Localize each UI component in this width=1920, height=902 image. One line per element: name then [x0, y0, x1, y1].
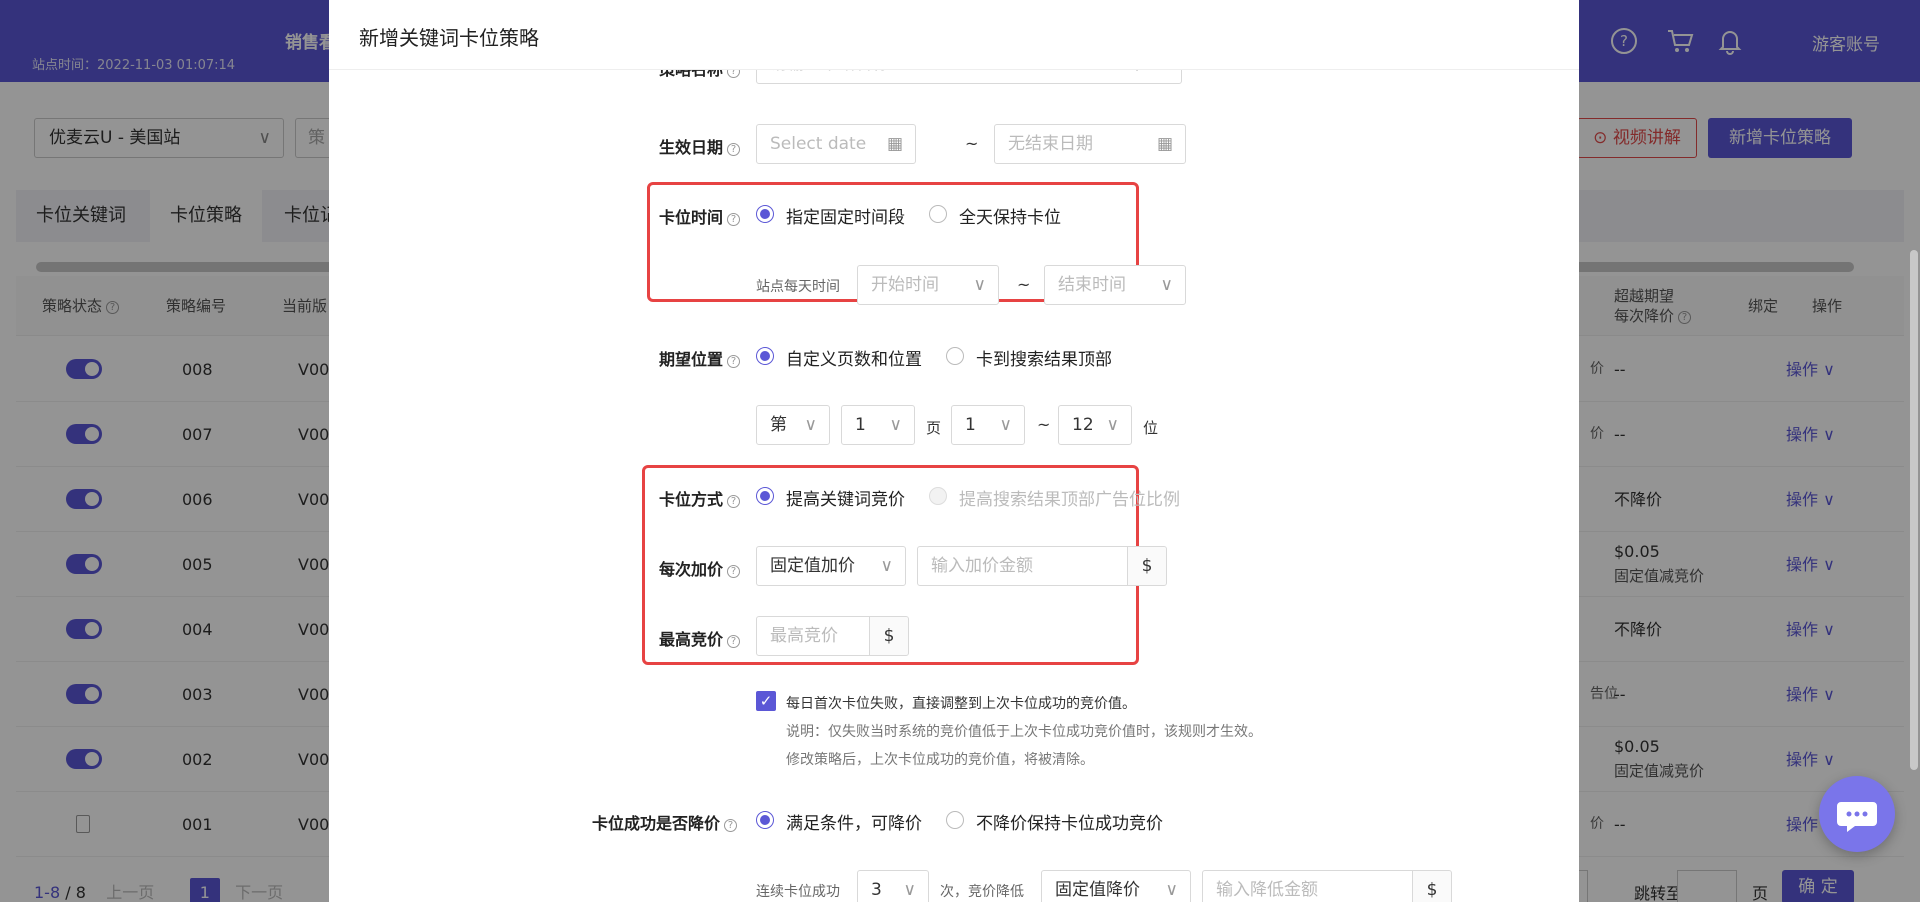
fallback-note-2: 修改策略后，上次卡位成功的竞价值，将被清除。 — [786, 752, 1094, 768]
help-icon: ? — [724, 819, 738, 832]
reduce-allowed-label: 满足条件，可降价 — [786, 814, 922, 834]
time-label: 卡位时间? — [659, 204, 741, 228]
currency-suffix: $ — [1127, 547, 1166, 585]
reduce-amount-input[interactable]: 输入降低金额 $ — [1202, 870, 1452, 902]
chevron-down-icon: ∨ — [903, 880, 916, 900]
time-separator: ~ — [1017, 275, 1031, 294]
position-top-label: 卡到搜索结果顶部 — [976, 350, 1112, 370]
fallback-note-1: 说明：仅失败当时系统的竞价值低于上次卡位成功竞价值时，该规则才生效。 — [786, 724, 1262, 740]
currency-suffix: $ — [1412, 871, 1451, 902]
chevron-down-icon: ∨ — [999, 415, 1012, 435]
help-icon: ? — [727, 213, 741, 226]
max-bid-input[interactable]: 最高竞价 $ — [756, 616, 909, 656]
start-time-picker[interactable]: 开始时间 ∨ — [857, 265, 999, 305]
modal-header: 新增关键词卡位策略 — [329, 0, 1579, 70]
help-icon: ? — [727, 495, 741, 508]
time-allday-radio[interactable] — [929, 205, 947, 223]
max-bid-label: 最高竞价? — [659, 626, 741, 650]
end-date-picker[interactable]: 无结束日期 ▦ — [994, 124, 1186, 164]
position-unit-text: 位 — [1143, 419, 1159, 437]
chevron-down-icon: ∨ — [973, 275, 986, 295]
increase-method-select[interactable]: 固定值加价 ∨ — [756, 546, 906, 586]
position-to-select[interactable]: 12 ∨ — [1058, 405, 1132, 445]
page-unit-text: 页 — [926, 419, 942, 437]
help-icon: ? — [727, 565, 741, 578]
time-allday-label: 全天保持卡位 — [959, 208, 1061, 228]
help-icon: ? — [727, 143, 741, 156]
reduce-keep-radio[interactable] — [946, 811, 964, 829]
position-prefix-select[interactable]: 第 ∨ — [756, 405, 830, 445]
method-bid-label: 提高关键词竞价 — [786, 490, 905, 510]
chevron-down-icon: ∨ — [1160, 275, 1173, 295]
increase-label: 每次加价? — [659, 556, 741, 580]
page-scrollbar[interactable] — [1910, 250, 1918, 770]
success-count-label: 连续卡位成功 — [756, 884, 840, 900]
reduce-label: 卡位成功是否降价? — [592, 810, 738, 834]
chat-button[interactable] — [1819, 776, 1895, 852]
chevron-down-icon: ∨ — [1165, 880, 1178, 900]
page-number-select[interactable]: 1 ∨ — [841, 405, 915, 445]
reduce-keep-label: 不降价保持卡位成功竞价 — [976, 814, 1163, 834]
start-date-picker[interactable]: Select date ▦ — [756, 124, 916, 164]
help-icon: ? — [727, 355, 741, 368]
effective-date-label: 生效日期? — [659, 134, 741, 158]
fallback-checkbox[interactable]: ✓ — [756, 691, 776, 711]
position-separator: ~ — [1037, 415, 1051, 434]
calendar-icon: ▦ — [886, 134, 903, 154]
method-top-ratio-label: 提高搜索结果顶部广告位比例 — [959, 490, 1180, 510]
reduce-allowed-radio[interactable] — [756, 811, 774, 829]
chevron-down-icon: ∨ — [880, 556, 893, 576]
reduce-method-select[interactable]: 固定值降价 ∨ — [1041, 870, 1191, 902]
end-time-picker[interactable]: 结束时间 ∨ — [1044, 265, 1186, 305]
method-top-ratio-radio — [929, 487, 947, 505]
daily-time-label: 站点每天时间 — [756, 279, 840, 295]
time-fixed-radio[interactable] — [756, 205, 774, 223]
modal-title: 新增关键词卡位策略 — [359, 26, 539, 50]
calendar-icon: ▦ — [1156, 134, 1173, 154]
chevron-down-icon: ∨ — [889, 415, 902, 435]
times-suffix: 次，竞价降低 — [940, 884, 1024, 900]
position-custom-label: 自定义页数和位置 — [786, 350, 922, 370]
help-icon: ? — [727, 635, 741, 648]
time-fixed-label: 指定固定时间段 — [786, 208, 905, 228]
fallback-text: 每日首次卡位失败，直接调整到上次卡位成功的竞价值。 — [786, 696, 1136, 712]
date-separator: ~ — [965, 134, 979, 153]
method-label: 卡位方式? — [659, 486, 741, 510]
chevron-down-icon: ∨ — [1106, 415, 1119, 435]
position-top-radio[interactable] — [946, 347, 964, 365]
increase-amount-input[interactable]: 输入加价金额 $ — [917, 546, 1167, 586]
modal-body: 策略名称? 请输入策略名称0 / 20 生效日期? Select date▦ ~… — [329, 44, 1579, 902]
chat-bubble-icon — [1837, 802, 1877, 832]
success-count-select[interactable]: 3 ∨ — [857, 870, 929, 902]
method-bid-radio[interactable] — [756, 487, 774, 505]
add-strategy-modal: 策略名称? 请输入策略名称0 / 20 生效日期? Select date▦ ~… — [329, 0, 1579, 902]
position-from-select[interactable]: 1 ∨ — [951, 405, 1025, 445]
position-label: 期望位置? — [659, 346, 741, 370]
chevron-down-icon: ∨ — [804, 415, 817, 435]
position-custom-radio[interactable] — [756, 347, 774, 365]
currency-suffix: $ — [869, 617, 908, 655]
